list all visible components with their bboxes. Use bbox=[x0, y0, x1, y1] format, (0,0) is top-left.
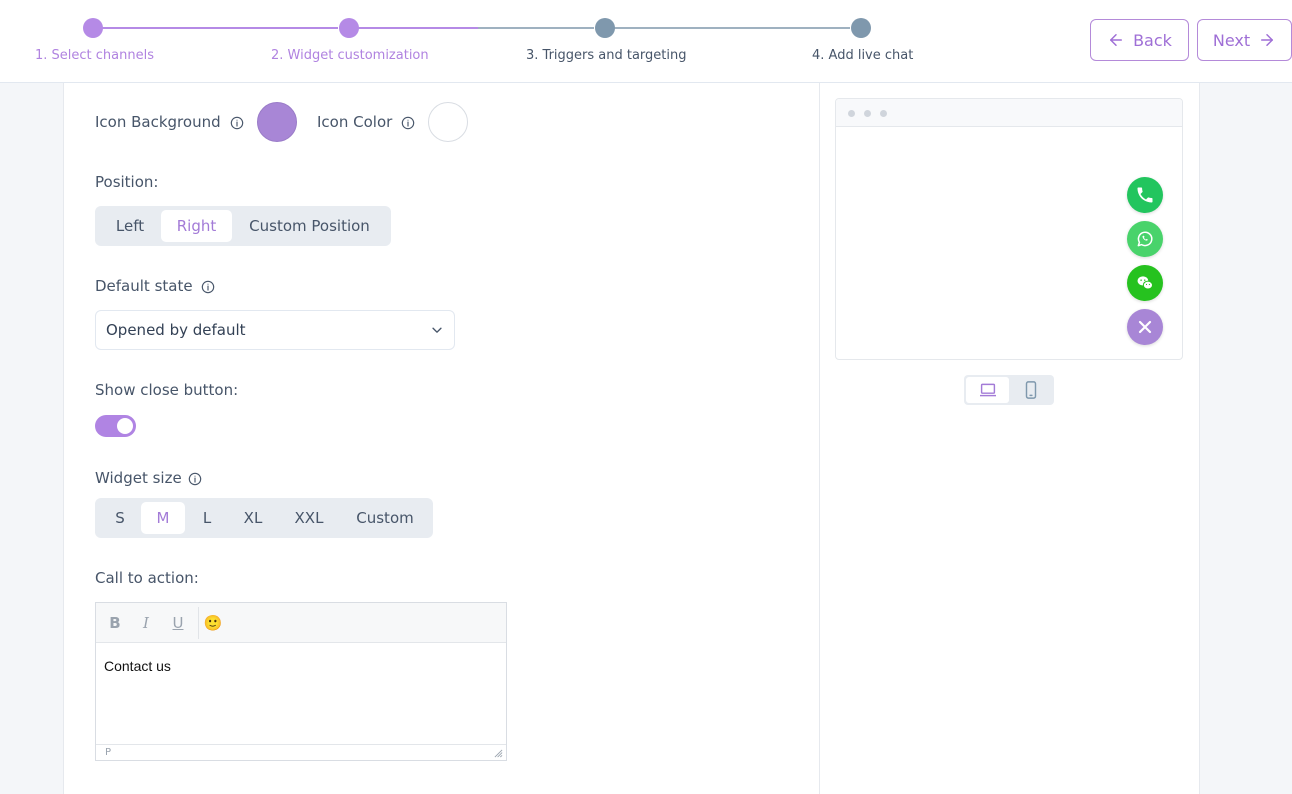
wechat-channel-button[interactable] bbox=[1127, 265, 1163, 301]
mobile-preview-button[interactable] bbox=[1009, 377, 1052, 403]
step-label-1[interactable]: 1. Select channels bbox=[35, 48, 154, 63]
info-icon[interactable] bbox=[401, 116, 415, 130]
preview-panel bbox=[820, 83, 1200, 794]
position-option-left[interactable]: Left bbox=[99, 210, 161, 242]
default-state-label: Default state bbox=[95, 277, 193, 295]
step-dot-4[interactable] bbox=[851, 18, 871, 38]
widget-preview bbox=[835, 98, 1183, 360]
step-label-3[interactable]: 3. Triggers and targeting bbox=[526, 48, 687, 63]
customization-form: Icon Background Icon Color Position: Lef… bbox=[63, 83, 820, 794]
icon-background-swatch[interactable] bbox=[257, 102, 297, 142]
phone-icon bbox=[1137, 187, 1153, 203]
whatsapp-channel-button[interactable] bbox=[1127, 221, 1163, 257]
next-button[interactable]: Next bbox=[1197, 19, 1292, 61]
size-option-xl[interactable]: XL bbox=[229, 502, 277, 534]
size-option-l[interactable]: L bbox=[185, 502, 229, 534]
step-dot-1[interactable] bbox=[83, 18, 103, 38]
editor-content[interactable]: Contact us bbox=[104, 658, 171, 674]
icon-background-label: Icon Background bbox=[95, 113, 221, 131]
info-icon[interactable] bbox=[201, 280, 215, 294]
step-dot-3[interactable] bbox=[595, 18, 615, 38]
position-segmented-control: Left Right Custom Position bbox=[95, 206, 391, 246]
default-state-value: Opened by default bbox=[106, 321, 246, 339]
size-option-s[interactable]: S bbox=[99, 502, 141, 534]
mobile-icon bbox=[1025, 381, 1036, 399]
browser-dot bbox=[864, 110, 871, 117]
browser-bar bbox=[836, 99, 1182, 127]
device-toggle bbox=[964, 375, 1054, 405]
step-line-3 bbox=[478, 27, 594, 29]
wechat-icon bbox=[1137, 276, 1153, 290]
back-button-label: Back bbox=[1133, 30, 1172, 50]
close-widget-button[interactable] bbox=[1127, 309, 1163, 345]
phone-channel-button[interactable] bbox=[1127, 177, 1163, 213]
chevron-down-icon bbox=[432, 327, 442, 333]
size-option-xxl[interactable]: XXL bbox=[277, 502, 341, 534]
info-icon[interactable] bbox=[188, 472, 202, 486]
step-label-2[interactable]: 2. Widget customization bbox=[271, 48, 429, 63]
emoji-button[interactable]: 🙂 bbox=[203, 613, 223, 633]
step-dot-2[interactable] bbox=[339, 18, 359, 38]
bold-button[interactable]: B bbox=[105, 613, 125, 633]
italic-button[interactable]: I bbox=[136, 613, 156, 633]
desktop-preview-button[interactable] bbox=[966, 377, 1009, 403]
toggle-knob bbox=[117, 418, 133, 434]
close-button-toggle[interactable] bbox=[95, 415, 136, 437]
arrow-right-icon bbox=[1261, 34, 1274, 46]
underline-button[interactable]: U bbox=[168, 613, 188, 633]
default-state-select[interactable]: Opened by default bbox=[95, 310, 455, 350]
browser-dot bbox=[848, 110, 855, 117]
position-label: Position: bbox=[95, 173, 159, 191]
editor-toolbar: B I U 🙂 bbox=[96, 603, 506, 643]
size-option-custom[interactable]: Custom bbox=[341, 502, 429, 534]
next-button-label: Next bbox=[1212, 30, 1251, 50]
resize-grip-icon[interactable] bbox=[494, 749, 503, 758]
position-option-right[interactable]: Right bbox=[161, 210, 232, 242]
cta-label: Call to action: bbox=[95, 569, 199, 587]
step-line-4 bbox=[614, 27, 850, 29]
step-label-4[interactable]: 4. Add live chat bbox=[812, 48, 913, 63]
editor-status-bar: P bbox=[96, 744, 506, 760]
laptop-icon bbox=[979, 383, 996, 397]
stepper-bar: 1. Select channels 2. Widget customizati… bbox=[0, 0, 1292, 83]
back-button[interactable]: Back bbox=[1090, 19, 1189, 61]
step-line-1 bbox=[102, 27, 338, 29]
close-button-label: Show close button: bbox=[95, 381, 239, 399]
widget-size-segmented-control: S M L XL XXL Custom bbox=[95, 498, 433, 538]
icon-color-label: Icon Color bbox=[317, 113, 393, 131]
icon-color-swatch[interactable] bbox=[428, 102, 468, 142]
toolbar-separator bbox=[198, 607, 199, 639]
arrow-left-icon bbox=[1110, 34, 1123, 46]
size-option-m[interactable]: M bbox=[141, 502, 185, 534]
whatsapp-icon bbox=[1137, 231, 1153, 247]
position-option-custom[interactable]: Custom Position bbox=[232, 210, 387, 242]
browser-dot bbox=[880, 110, 887, 117]
info-icon[interactable] bbox=[230, 116, 244, 130]
close-icon bbox=[1138, 320, 1152, 334]
widget-size-label: Widget size bbox=[95, 469, 182, 487]
cta-editor: B I U 🙂 Contact us P bbox=[95, 602, 507, 761]
step-line-2 bbox=[358, 27, 478, 29]
editor-path: P bbox=[105, 747, 112, 758]
